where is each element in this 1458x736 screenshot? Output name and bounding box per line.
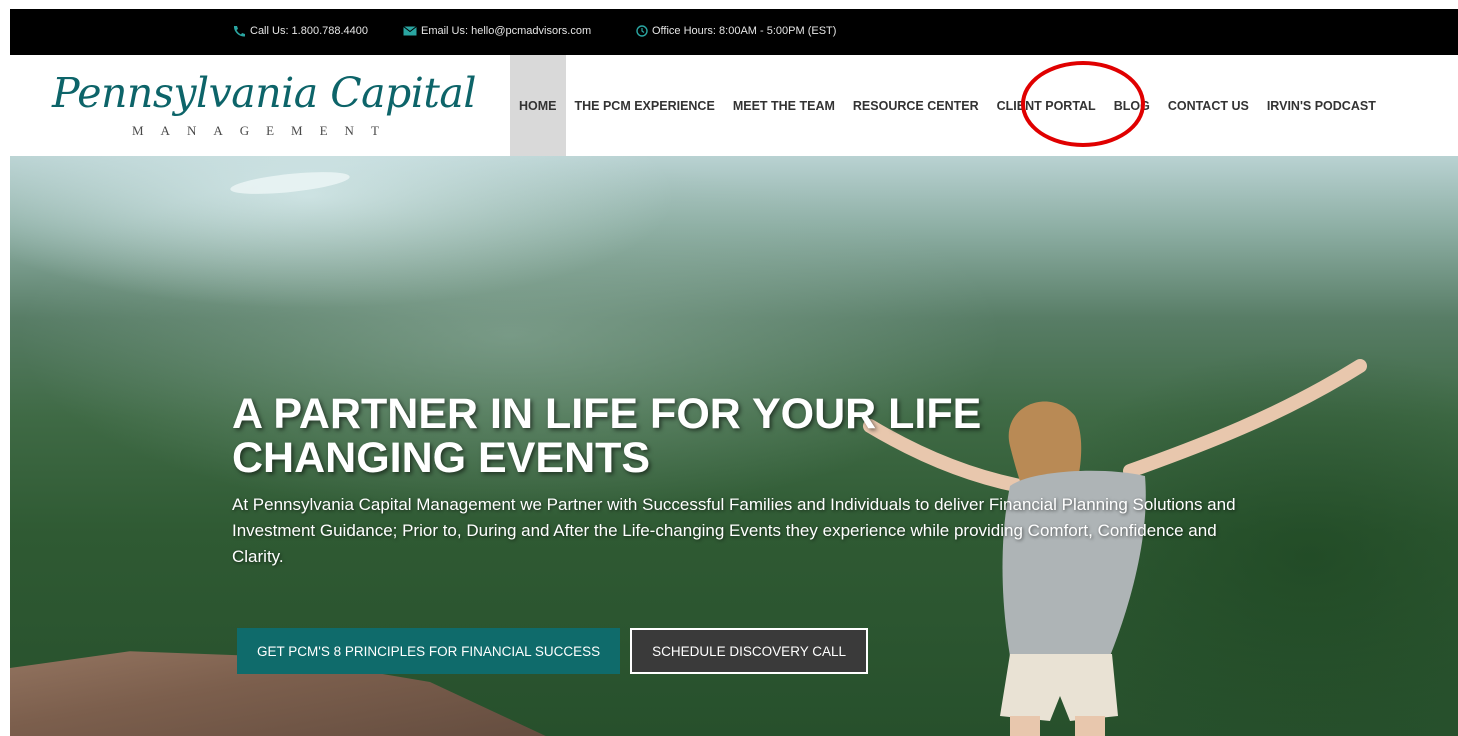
schedule-discovery-call-button[interactable]: SCHEDULE DISCOVERY CALL (630, 628, 868, 674)
phone-icon (233, 26, 245, 37)
logo-subtitle: MANAGEMENT (132, 123, 396, 138)
hero-buttons: GET PCM'S 8 PRINCIPLES FOR FINANCIAL SUC… (237, 628, 868, 674)
get-principles-button[interactable]: GET PCM'S 8 PRINCIPLES FOR FINANCIAL SUC… (237, 628, 621, 674)
nav-item-client-portal[interactable]: CLIENT PORTAL (988, 55, 1105, 156)
hero-title: A PARTNER IN LIFE FOR YOUR LIFE CHANGING… (232, 390, 982, 482)
hours-text: Office Hours: 8:00AM - 5:00PM (EST) (652, 25, 837, 37)
nav-item-home[interactable]: HOME (510, 55, 566, 156)
logo-wordmark: Pennsylvania Capital (52, 69, 476, 117)
main-nav: HOME THE PCM EXPERIENCE MEET THE TEAM RE… (510, 55, 1385, 156)
logo[interactable]: Pennsylvania Capital MANAGEMENT (52, 61, 476, 151)
site-header: Pennsylvania Capital MANAGEMENT HOME THE… (10, 55, 1458, 156)
nav-item-meet-the-team[interactable]: MEET THE TEAM (724, 55, 844, 156)
nav-item-irvins-podcast[interactable]: IRVIN'S PODCAST (1258, 55, 1385, 156)
clock-icon (636, 25, 648, 37)
page: Call Us: 1.800.788.4400 Email Us: hello@… (0, 0, 1458, 736)
hero-section: A PARTNER IN LIFE FOR YOUR LIFE CHANGING… (10, 156, 1458, 736)
envelope-icon (403, 26, 417, 36)
email-text: Email Us: hello@pcmadvisors.com (421, 25, 592, 37)
email-info[interactable]: Email Us: hello@pcmadvisors.com (403, 25, 591, 37)
hours-info: Office Hours: 8:00AM - 5:00PM (EST) (636, 25, 836, 37)
nav-item-resource-center[interactable]: RESOURCE CENTER (844, 55, 988, 156)
hero-description: At Pennsylvania Capital Management we Pa… (232, 495, 1236, 566)
phone-text: Call Us: 1.800.788.4400 (250, 25, 369, 37)
nav-item-contact-us[interactable]: CONTACT US (1159, 55, 1258, 156)
top-info-bar: Call Us: 1.800.788.4400 Email Us: hello@… (10, 9, 1458, 55)
hero-content: A PARTNER IN LIFE FOR YOUR LIFE CHANGING… (232, 392, 1282, 587)
phone-info[interactable]: Call Us: 1.800.788.4400 (232, 25, 368, 37)
nav-item-blog[interactable]: BLOG (1105, 55, 1159, 156)
nav-item-pcm-experience[interactable]: THE PCM EXPERIENCE (566, 55, 724, 156)
